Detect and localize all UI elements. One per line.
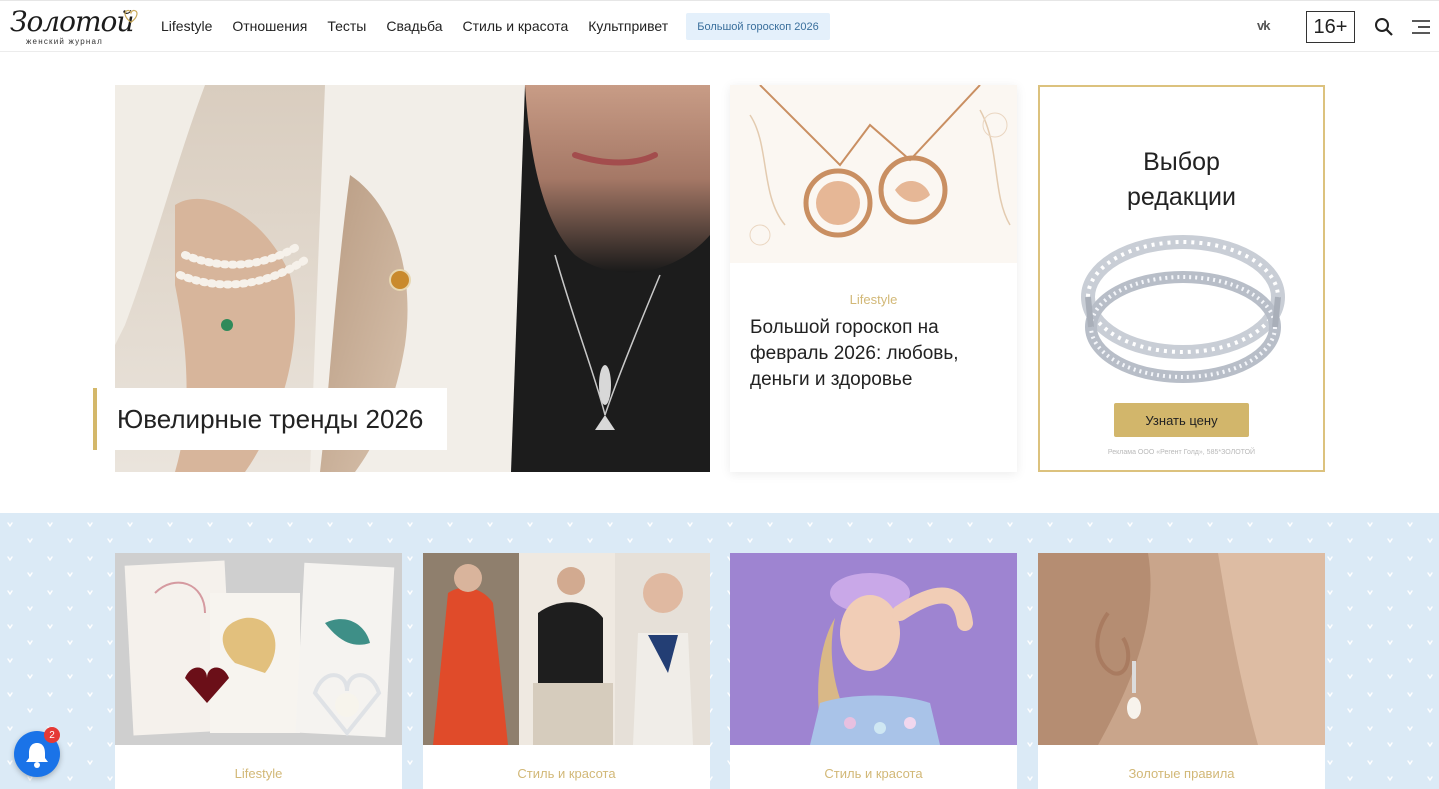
article-image [423, 553, 710, 745]
article-tile-4[interactable]: Золотые правила [1038, 553, 1325, 789]
article-title[interactable]: Большой гороскоп на февраль 2026: любовь… [750, 315, 1000, 393]
ad-title-line2: редакции [1127, 183, 1236, 211]
site-header: Золотой женский журнал Lifestyle Отношен… [0, 0, 1439, 52]
article-category: Стиль и красота [517, 766, 616, 781]
nav-item-tests[interactable]: Тесты [327, 18, 366, 34]
article-category: Lifestyle [849, 292, 898, 307]
ad-title: Выбор редакции [1040, 145, 1323, 215]
vk-icon[interactable]: vk [1257, 18, 1271, 33]
check-price-button[interactable]: Узнать цену [1114, 403, 1249, 437]
zodiac-pendants-image [730, 85, 1017, 263]
editors-choice-ad: Выбор редакции Узнать цену Реклама ООО «… [1038, 85, 1325, 472]
article-tile-1[interactable]: Lifestyle [115, 553, 402, 789]
logo-subtitle: женский журнал [26, 37, 104, 46]
search-icon[interactable] [1374, 17, 1394, 37]
article-image [1038, 553, 1325, 745]
nav-item-lifestyle[interactable]: Lifestyle [161, 18, 212, 34]
ad-legal-text: Реклама ООО «Регент Голд», 585*ЗОЛОТОЙ [1107, 449, 1256, 456]
ring-product-image [1081, 235, 1285, 383]
notification-count-badge: 2 [44, 727, 60, 743]
age-rating-badge: 16+ [1306, 11, 1355, 43]
article-category: Золотые правила [1128, 766, 1235, 781]
site-logo[interactable]: Золотой женский журнал [8, 5, 144, 49]
heart-icon [124, 9, 138, 24]
nav-item-wedding[interactable]: Свадьба [386, 18, 442, 34]
article-category: Lifestyle [234, 766, 283, 781]
logo-script: Золотой [10, 5, 134, 38]
hero-title[interactable]: Ювелирные тренды 2026 [93, 388, 447, 450]
ad-title-line1: Выбор [1143, 148, 1220, 176]
article-image [115, 553, 402, 745]
article-image [730, 553, 1017, 745]
nav-item-relationships[interactable]: Отношения [232, 18, 307, 34]
nav-item-style-beauty[interactable]: Стиль и красота [463, 18, 569, 34]
article-image [730, 85, 1017, 263]
nav-item-culture[interactable]: Культпривет [588, 18, 668, 34]
article-category: Стиль и красота [824, 766, 923, 781]
article-tile-3[interactable]: Стиль и красота [730, 553, 1017, 789]
article-card-horoscope[interactable]: Lifestyle Большой гороскоп на февраль 20… [730, 85, 1017, 472]
article-tile-2[interactable]: Стиль и красота [423, 553, 710, 789]
horoscope-promo-link[interactable]: Большой гороскоп 2026 [686, 13, 830, 40]
main-nav: Lifestyle Отношения Тесты Свадьба Стиль … [161, 18, 688, 34]
menu-icon[interactable] [1410, 19, 1432, 35]
